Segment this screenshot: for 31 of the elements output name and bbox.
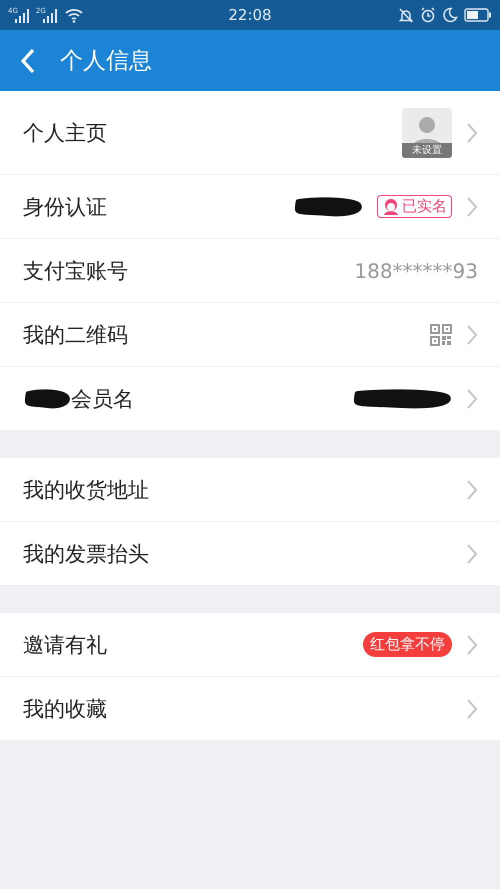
row-label: 我的收货地址 (23, 476, 149, 504)
back-button[interactable] (20, 48, 36, 74)
settings-row[interactable]: 我的二维码 (0, 303, 500, 367)
battery-icon (464, 8, 492, 22)
wifi-icon (64, 7, 84, 23)
settings-row[interactable]: 支付宝账号 188******93 (0, 239, 500, 303)
muted-bell-icon (398, 7, 414, 23)
row-label: 会员名 (71, 386, 134, 412)
page-title: 个人信息 (60, 47, 152, 76)
row-label: 支付宝账号 (23, 258, 128, 284)
settings-row[interactable]: 我的收货地址 (0, 458, 500, 522)
settings-row[interactable]: 身份认证 已实名 (0, 175, 500, 239)
settings-row[interactable]: 我的收藏 (0, 677, 500, 740)
row-label: 个人主页 (23, 120, 107, 146)
qr-code-icon (430, 324, 452, 346)
row-label: 身份认证 (23, 194, 107, 220)
status-time: 22:08 (228, 6, 272, 24)
settings-row[interactable]: 会员名 (0, 367, 500, 430)
row-label: 我的收藏 (23, 696, 107, 722)
settings-row[interactable]: 我的发票抬头 (0, 522, 500, 585)
row-value: 188******93 (354, 258, 478, 282)
moon-icon (442, 7, 458, 23)
avatar-placeholder: 未设置 (402, 108, 452, 158)
row-label: 我的二维码 (23, 322, 128, 348)
alarm-clock-icon (420, 7, 436, 23)
status-badge: 已实名 (377, 195, 452, 218)
settings-row[interactable]: 邀请有礼 红包拿不停 (0, 613, 500, 677)
row-label: 我的发票抬头 (23, 540, 149, 568)
status-badge: 红包拿不停 (363, 632, 452, 657)
row-label: 邀请有礼 (23, 632, 107, 658)
settings-row[interactable]: 个人主页 未设置 (0, 91, 500, 175)
